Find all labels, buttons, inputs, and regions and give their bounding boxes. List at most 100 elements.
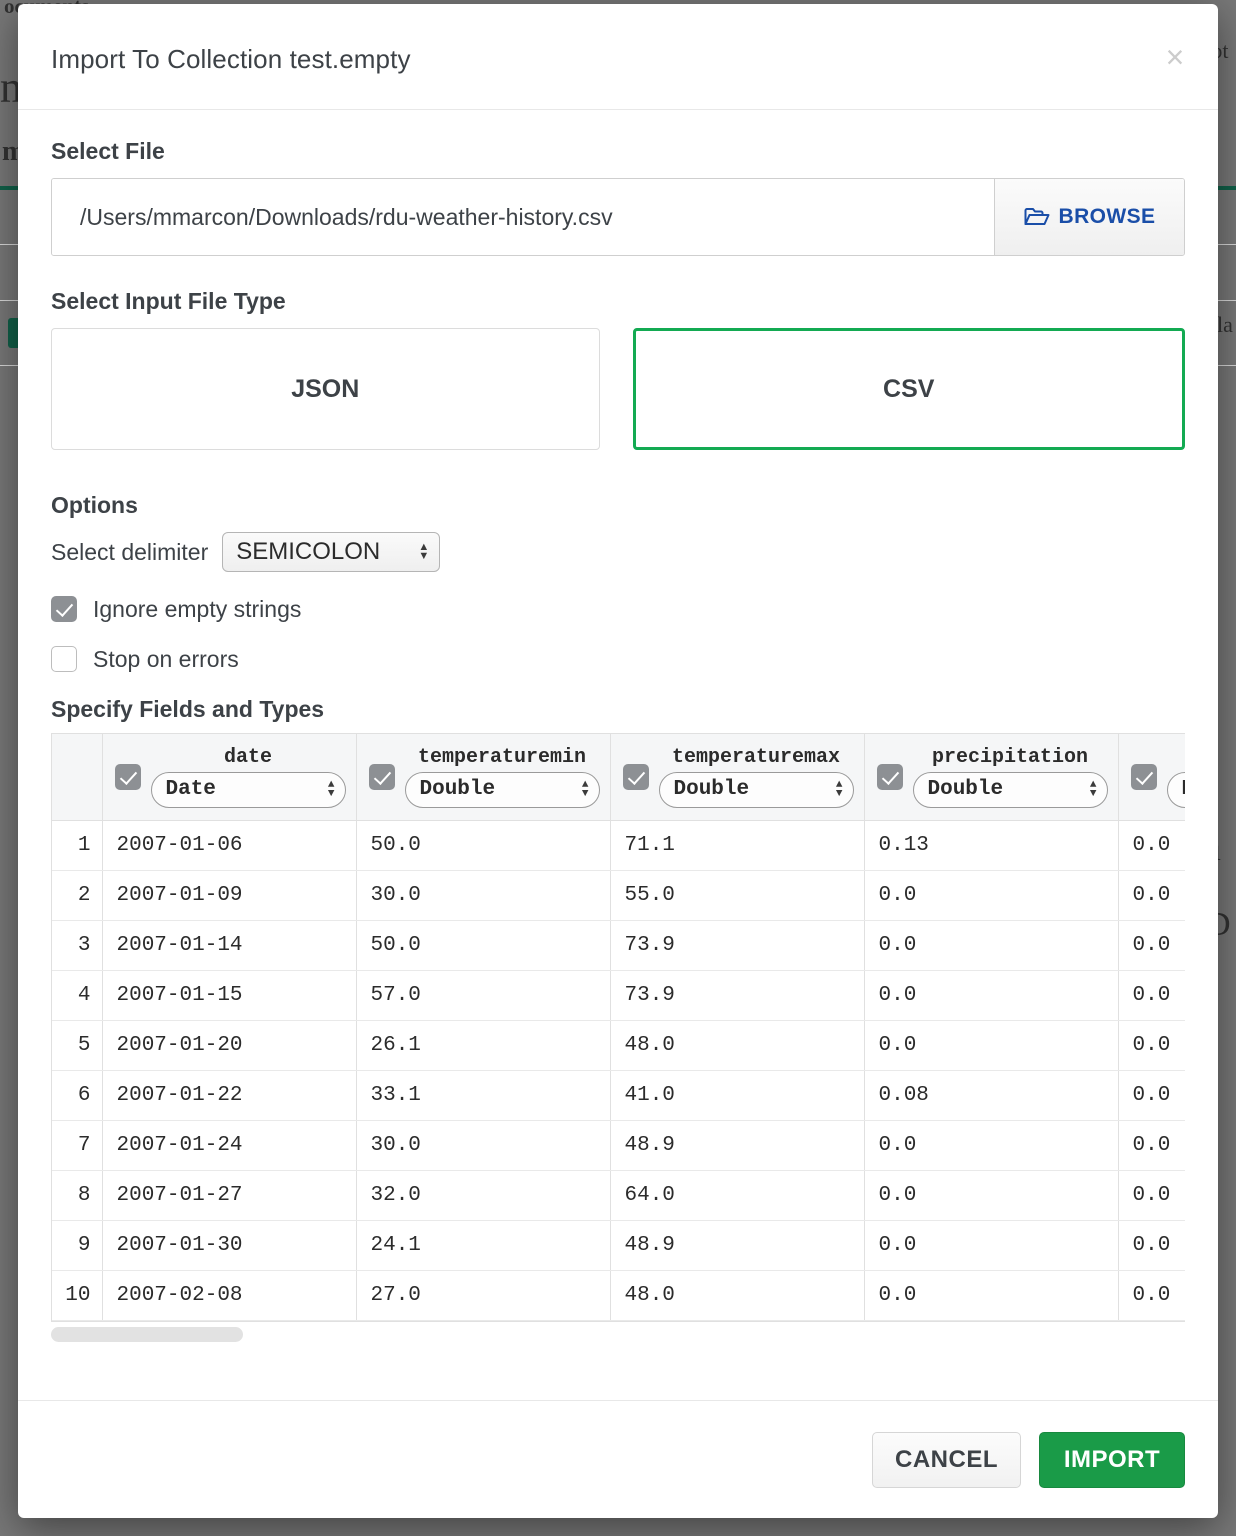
- include-date-checkbox[interactable]: [114, 763, 141, 790]
- table-cell-precipitation: 0.13: [864, 820, 1119, 871]
- table-cell-temperaturemin: 50.0: [356, 820, 611, 871]
- stop-on-errors-label: Stop on errors: [93, 645, 239, 672]
- import-modal: Import To Collection test.empty × Select…: [18, 4, 1218, 1518]
- modal-body: Select File /Users/mmarcon/Downloads/rdu…: [18, 110, 1218, 1400]
- table-cell-temperaturemax: 48.9: [610, 1220, 865, 1271]
- ignore-empty-strings-checkbox[interactable]: [51, 596, 77, 622]
- table-cell-snowfall: 0.0: [1118, 1020, 1185, 1071]
- include-precipitation-checkbox[interactable]: [876, 763, 903, 790]
- table-cell-temperaturemin: 32.0: [356, 1170, 611, 1221]
- option-ignore-empty-strings[interactable]: Ignore empty strings: [51, 588, 1185, 630]
- column-header-temperaturemax: temperaturemax Double ▲ ▼: [610, 734, 865, 821]
- browse-button-label: BROWSE: [1058, 205, 1156, 228]
- field-type-value-snowfall: Double: [1182, 778, 1186, 801]
- field-name-precipitation: precipitation: [931, 745, 1089, 769]
- table-cell-snowfall: 0.0: [1118, 920, 1185, 971]
- column-header-precipitation: precipitation Double ▲ ▼: [864, 734, 1119, 821]
- table-row: 10 2007-02-08 27.0 48.0 0.0 0.0: [52, 1270, 1185, 1321]
- cancel-button[interactable]: CANCEL: [872, 1431, 1021, 1488]
- field-type-value-precipitation: Double: [927, 778, 1004, 802]
- table-cell-temperaturemin: 50.0: [356, 920, 611, 971]
- stop-on-errors-checkbox[interactable]: [51, 646, 77, 672]
- table-cell-date: 2007-01-22: [102, 1070, 357, 1121]
- close-icon[interactable]: ×: [1158, 41, 1192, 76]
- row-index-cell: 8: [52, 1170, 103, 1221]
- table-cell-precipitation: 0.0: [864, 870, 1119, 921]
- table-cell-temperaturemin: 57.0: [356, 970, 611, 1021]
- table-cell-temperaturemax: 41.0: [610, 1070, 865, 1121]
- field-type-value-temperaturemin: Double: [419, 778, 496, 802]
- import-button[interactable]: IMPORT: [1039, 1431, 1185, 1488]
- table-cell-snowfall: 0.0: [1118, 820, 1185, 871]
- row-index-cell: 10: [52, 1270, 103, 1321]
- field-name-temperaturemin: temperaturemin: [417, 745, 587, 769]
- delimiter-row: Select delimiter SEMICOLON ▲ ▼: [51, 532, 1185, 572]
- file-type-csv[interactable]: CSV: [632, 328, 1185, 450]
- row-index-cell: 6: [52, 1070, 103, 1121]
- table-cell-precipitation: 0.0: [864, 970, 1119, 1021]
- field-type-select-temperaturemax[interactable]: Double ▲ ▼: [658, 771, 854, 808]
- fields-table-body: 1 2007-01-06 50.0 71.1 0.13 0.0 2 2007-01-09 30.…: [52, 820, 1185, 1321]
- table-cell-snowfall: 0.0: [1118, 970, 1185, 1021]
- browse-button[interactable]: BROWSE: [994, 179, 1184, 255]
- table-cell-date: 2007-01-24: [102, 1120, 357, 1171]
- field-type-value-date: Date: [165, 778, 216, 802]
- table-cell-date: 2007-02-08: [102, 1270, 357, 1321]
- field-type-select-temperaturemin[interactable]: Double ▲ ▼: [404, 771, 600, 808]
- table-cell-temperaturemax: 48.0: [610, 1020, 865, 1071]
- table-cell-snowfall: 0.0: [1118, 1270, 1185, 1321]
- table-cell-temperaturemin: 33.1: [356, 1070, 611, 1121]
- modal-footer: CANCEL IMPORT: [18, 1400, 1218, 1518]
- input-file-type-heading: Select Input File Type: [51, 288, 286, 314]
- table-row: 9 2007-01-30 24.1 48.9 0.0 0.0: [52, 1220, 1185, 1271]
- field-type-value-temperaturemax: Double: [673, 778, 750, 802]
- file-input-row: /Users/mmarcon/Downloads/rdu-weather-his…: [51, 178, 1185, 256]
- fields-table: date Date ▲ ▼ temperaturemin Double ▲ ▼ …: [52, 734, 1185, 1321]
- table-cell-temperaturemax: 71.1: [610, 820, 865, 871]
- table-row: 2 2007-01-09 30.0 55.0 0.0 0.0: [52, 870, 1185, 921]
- row-index-cell: 5: [52, 1020, 103, 1071]
- include-temperaturemin-checkbox[interactable]: [368, 763, 395, 790]
- table-cell-temperaturemax: 73.9: [610, 970, 865, 1021]
- page-title: Import To Collection test.empty: [51, 44, 411, 74]
- row-index-cell: 2: [52, 870, 103, 921]
- stepper-arrows-icon: ▲ ▼: [418, 541, 430, 562]
- column-header-temperaturemin: temperaturemin Double ▲ ▼: [356, 734, 611, 821]
- table-cell-snowfall: 0.0: [1118, 1120, 1185, 1171]
- include-snowfall-checkbox[interactable]: [1130, 763, 1157, 790]
- folder-open-icon: [1024, 207, 1050, 227]
- scrollbar-thumb[interactable]: [51, 1326, 243, 1342]
- modal-header: Import To Collection test.empty ×: [18, 4, 1218, 110]
- table-cell-precipitation: 0.0: [864, 1270, 1119, 1321]
- include-temperaturemax-checkbox[interactable]: [622, 763, 649, 790]
- fields-header-row: date Date ▲ ▼ temperaturemin Double ▲ ▼ …: [52, 734, 1186, 821]
- table-cell-date: 2007-01-06: [102, 820, 357, 871]
- delimiter-value: SEMICOLON: [236, 538, 381, 565]
- stepper-arrows-icon: ▲ ▼: [1089, 778, 1097, 800]
- table-cell-date: 2007-01-30: [102, 1220, 357, 1271]
- table-cell-snowfall: 0.0: [1118, 1070, 1185, 1121]
- field-type-select-precipitation[interactable]: Double ▲ ▼: [912, 771, 1108, 808]
- table-row: 3 2007-01-14 50.0 73.9 0.0 0.0: [52, 920, 1185, 971]
- table-row: 8 2007-01-27 32.0 64.0 0.0 0.0: [52, 1170, 1185, 1221]
- select-file-heading: Select File: [51, 138, 165, 164]
- table-cell-precipitation: 0.0: [864, 920, 1119, 971]
- file-type-json[interactable]: JSON: [51, 328, 600, 450]
- table-horizontal-scrollbar[interactable]: [51, 1322, 1185, 1344]
- field-name-temperaturemax: temperaturemax: [671, 745, 841, 769]
- table-cell-temperaturemax: 64.0: [610, 1170, 865, 1221]
- table-cell-temperaturemax: 55.0: [610, 870, 865, 921]
- table-row: 6 2007-01-22 33.1 41.0 0.08 0.0: [52, 1070, 1185, 1121]
- table-cell-date: 2007-01-14: [102, 920, 357, 971]
- file-path-input[interactable]: /Users/mmarcon/Downloads/rdu-weather-his…: [52, 179, 994, 255]
- ignore-empty-strings-label: Ignore empty strings: [93, 595, 302, 622]
- field-type-select-snowfall[interactable]: Double ▲▼: [1166, 771, 1186, 808]
- delimiter-select[interactable]: SEMICOLON ▲ ▼: [222, 532, 441, 572]
- option-stop-on-errors[interactable]: Stop on errors: [51, 638, 1185, 680]
- index-header-cell: [52, 734, 103, 821]
- field-type-select-date[interactable]: Date ▲ ▼: [150, 771, 346, 808]
- table-cell-temperaturemax: 48.0: [610, 1270, 865, 1321]
- table-cell-temperaturemin: 24.1: [356, 1220, 611, 1271]
- table-cell-date: 2007-01-15: [102, 970, 357, 1021]
- table-cell-temperaturemax: 73.9: [610, 920, 865, 971]
